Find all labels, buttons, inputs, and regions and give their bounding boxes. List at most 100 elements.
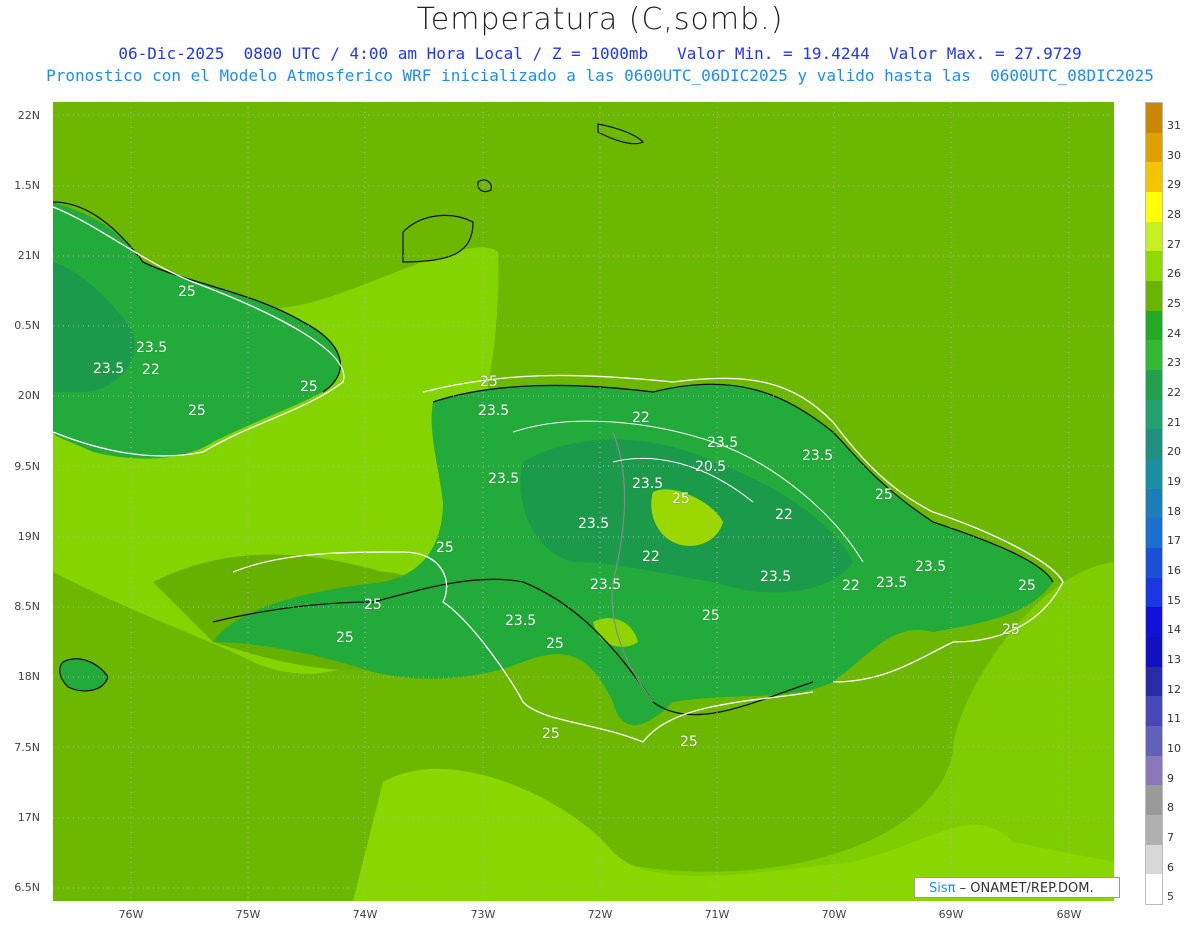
contour-label: 25: [1018, 578, 1036, 594]
contour-label: 20.5: [695, 459, 727, 475]
lat-label: 8.5N: [14, 600, 40, 613]
colorbar-label: 27: [1167, 237, 1181, 251]
temperature-colorbar: [1145, 102, 1163, 905]
model-info-line: Pronostico con el Modelo Atmosferico WRF…: [46, 66, 1154, 85]
contour-label: 25: [702, 608, 720, 624]
map-title: Temperatura (C,somb.): [416, 2, 784, 37]
contour-label: 23.5: [136, 340, 168, 356]
colorbar-label: 12: [1167, 682, 1181, 696]
colorbar-segment: [1146, 726, 1162, 757]
colorbar-segment: [1146, 429, 1162, 460]
contour-label: 22: [642, 549, 660, 565]
colorbar-label: 28: [1167, 208, 1181, 221]
colorbar-label: 7: [1167, 831, 1174, 844]
colorbar-segment: [1146, 399, 1162, 430]
lat-label: 1.5N: [14, 179, 40, 192]
lat-label: 9.5N: [14, 460, 40, 473]
lat-label: 17N: [17, 811, 40, 824]
contour-label: 25: [364, 597, 382, 613]
colorbar-segment: [1146, 221, 1162, 252]
colorbar-label: 10: [1167, 742, 1181, 755]
colorbar-segment: [1146, 488, 1162, 519]
colorbar-segment: [1146, 815, 1162, 846]
colorbar-segment: [1146, 459, 1162, 490]
contour-label: 23.5: [590, 577, 622, 593]
contour-label: 25: [1002, 622, 1020, 638]
colorbar-segment: [1146, 251, 1162, 282]
colorbar-label: 6: [1167, 860, 1174, 874]
colorbar-label: 20: [1167, 445, 1181, 459]
colorbar-segment: [1146, 281, 1162, 312]
contour-label: 25: [300, 379, 318, 395]
lat-label: 21N: [17, 249, 40, 262]
colorbar-segment: [1146, 310, 1162, 341]
contour-label: 22: [142, 362, 160, 378]
colorbar-segment: [1146, 548, 1162, 579]
colorbar-label: 23: [1167, 356, 1181, 370]
lon-label: 68W: [1056, 908, 1082, 921]
colorbar-label: 30: [1167, 148, 1181, 162]
contour-label: 25: [480, 374, 498, 390]
contour-label: 23.5: [707, 435, 739, 451]
colorbar-segment: [1146, 785, 1162, 816]
credit-box: Sisπ – ONAMET/REP.DOM.: [914, 877, 1120, 898]
contour-label: 25: [680, 734, 698, 750]
lon-label: 76W: [118, 908, 144, 921]
contour-label: 25: [336, 630, 354, 646]
colorbar-segment: [1146, 132, 1162, 163]
colorbar-label: 5: [1167, 890, 1174, 904]
contour-label: 25: [672, 491, 690, 507]
colorbar-segment: [1146, 637, 1162, 668]
contour-label: 22: [775, 507, 793, 523]
lon-label: 71W: [704, 908, 730, 921]
contour-label: 23.5: [915, 559, 947, 575]
temperature-map: [53, 102, 1114, 901]
lon-label: 74W: [352, 908, 378, 921]
colorbar-label: 21: [1167, 415, 1181, 429]
colorbar-label: 24: [1167, 326, 1181, 340]
contour-label: 23.5: [505, 613, 537, 629]
colorbar-segment: [1146, 162, 1162, 193]
colorbar-segment: [1146, 755, 1162, 786]
contour-label: 23.5: [760, 569, 792, 585]
contour-label: 23.5: [632, 476, 664, 492]
lon-label: 73W: [470, 908, 496, 921]
lat-label: 6.5N: [14, 881, 40, 894]
colorbar-segment: [1146, 666, 1162, 697]
colorbar-label: 16: [1167, 564, 1181, 577]
colorbar-label: 15: [1167, 593, 1181, 607]
contour-label: 25: [178, 284, 196, 300]
colorbar-label: 29: [1167, 178, 1181, 192]
colorbar-segment: [1146, 874, 1162, 905]
colorbar-segment: [1146, 844, 1162, 875]
contour-label: 23.5: [578, 516, 610, 532]
contour-label: 22: [632, 410, 650, 426]
lat-label: 7.5N: [14, 741, 40, 754]
contour-label: 25: [436, 540, 454, 556]
contour-label: 23.5: [802, 448, 834, 464]
sispi-logo-text: Sisπ: [929, 881, 956, 896]
lon-label: 72W: [587, 908, 613, 921]
colorbar-label: 14: [1167, 623, 1181, 637]
lat-label: 22N: [17, 109, 40, 122]
contour-label: 23.5: [488, 471, 520, 487]
colorbar-segment: [1146, 607, 1162, 638]
colorbar-label: 11: [1167, 712, 1181, 726]
lat-label: 20N: [17, 389, 40, 402]
colorbar-segment: [1146, 370, 1162, 401]
contour-label: 25: [875, 487, 893, 503]
contour-label: 25: [546, 636, 564, 652]
lat-label: 0.5N: [14, 319, 40, 332]
colorbar-segment: [1146, 192, 1162, 223]
colorbar-segment: [1146, 103, 1162, 134]
colorbar-label: 22: [1167, 386, 1181, 399]
colorbar-label: 9: [1167, 771, 1174, 785]
colorbar-label: 25: [1167, 297, 1181, 310]
colorbar-segment: [1146, 340, 1162, 371]
contour-label: 23.5: [478, 403, 510, 419]
contour-label: 23.5: [876, 575, 908, 591]
lon-label: 75W: [235, 908, 261, 921]
colorbar-label: 26: [1167, 267, 1181, 281]
colorbar-label: 17: [1167, 534, 1181, 548]
colorbar-label: 8: [1167, 801, 1174, 815]
